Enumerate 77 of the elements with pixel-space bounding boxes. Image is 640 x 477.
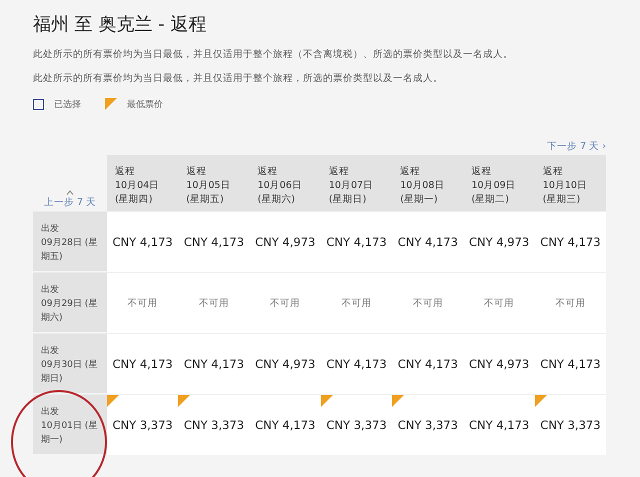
- legend-label: 已选择: [54, 98, 81, 110]
- unavailable-label: 不可用: [342, 296, 372, 310]
- fare-price: CNY 4,173: [398, 357, 458, 371]
- return-date-header: 返程 10月08日 (星期一): [392, 155, 464, 211]
- unavailable-label: 不可用: [198, 296, 229, 310]
- fare-cell[interactable]: 不可用: [534, 272, 606, 333]
- fare-cell[interactable]: CNY 4,973: [463, 211, 535, 272]
- unavailable-label: 不可用: [484, 296, 514, 310]
- departure-date-header: 出发 09月28日 (星期五): [33, 211, 107, 271]
- fare-price: CNY 4,973: [255, 235, 316, 249]
- triangle-icon: [105, 98, 117, 110]
- fare-price: CNY 4,173: [326, 235, 387, 249]
- fare-cell[interactable]: CNY 3,373: [107, 394, 178, 455]
- selected-square-icon: [33, 98, 44, 110]
- fare-cell[interactable]: CNY 4,173: [250, 394, 321, 455]
- fare-cell[interactable]: CNY 4,973: [250, 333, 321, 394]
- fare-cell[interactable]: CNY 4,173: [320, 211, 392, 272]
- return-date-header: 返程 10月04日 (星期四): [107, 155, 178, 211]
- fare-cell[interactable]: CNY 4,173: [463, 394, 535, 455]
- fare-cell[interactable]: 不可用: [107, 272, 178, 333]
- fare-cell[interactable]: CNY 4,173: [320, 333, 392, 394]
- previous-week-link[interactable]: 上一步 7 天: [33, 155, 107, 211]
- unavailable-label: 不可用: [555, 296, 586, 310]
- fare-price: CNY 4,973: [469, 235, 530, 249]
- fare-cell[interactable]: CNY 4,173: [178, 211, 250, 272]
- fare-price: CNY 4,173: [398, 235, 458, 249]
- fare-price: CNY 3,373: [184, 418, 244, 432]
- fare-cell[interactable]: CNY 4,173: [178, 333, 250, 394]
- departure-date-header: 出发 09月30日 (星期日): [33, 333, 107, 393]
- fare-cell[interactable]: CNY 4,173: [534, 211, 606, 272]
- fare-cell[interactable]: 不可用: [463, 272, 535, 333]
- fare-cell[interactable]: 不可用: [392, 272, 464, 333]
- fare-price: CNY 4,173: [255, 418, 316, 432]
- fare-price: CNY 4,173: [112, 357, 173, 371]
- fare-cell[interactable]: CNY 4,173: [534, 333, 606, 394]
- fare-price: CNY 3,373: [540, 418, 601, 432]
- return-date-header: 返程 10月06日 (星期六): [250, 155, 321, 211]
- fare-price: CNY 3,373: [398, 418, 458, 432]
- fare-cell[interactable]: CNY 3,373: [320, 394, 392, 455]
- page-title: 福州 至 奥克兰 - 返程: [33, 13, 208, 36]
- fare-note: 此处所示的所有票价均为当日最低，并且仅适用于整个旅程（不含离境税）、所选的票价类型以及一名成人。: [33, 48, 514, 62]
- fare-price: CNY 4,173: [469, 418, 530, 432]
- fare-cell[interactable]: CNY 4,973: [463, 333, 535, 394]
- fare-cell[interactable]: CNY 4,173: [392, 211, 464, 272]
- fare-cell[interactable]: CNY 3,373: [534, 394, 606, 455]
- legend-label: 最低票价: [127, 98, 163, 110]
- fare-cell[interactable]: CNY 3,373: [392, 394, 464, 455]
- fare-price: CNY 4,173: [112, 235, 173, 249]
- fare-cell[interactable]: 不可用: [320, 272, 392, 333]
- next-week-link[interactable]: 下一步 7 天 ›: [547, 140, 606, 153]
- fare-cell[interactable]: CNY 4,173: [107, 211, 178, 272]
- return-date-header: 返程 10月07日 (星期日): [320, 155, 392, 211]
- fare-cell[interactable]: 不可用: [178, 272, 250, 333]
- fare-price: CNY 4,173: [184, 235, 244, 249]
- unavailable-label: 不可用: [128, 296, 158, 310]
- fare-cell[interactable]: CNY 4,973: [250, 211, 321, 272]
- fare-price: CNY 4,973: [469, 357, 530, 371]
- departure-date-header: 出发 10月01日 (星期一): [33, 394, 107, 454]
- return-date-header: 返程 10月10日 (星期三): [534, 155, 606, 211]
- return-date-header: 返程 10月05日 (星期五): [178, 155, 250, 211]
- fare-price: CNY 3,373: [326, 418, 387, 432]
- fare-price: CNY 4,173: [326, 357, 387, 371]
- fare-price: CNY 4,173: [540, 235, 601, 249]
- fare-cell[interactable]: CNY 4,173: [107, 333, 178, 394]
- fare-cell[interactable]: CNY 3,373: [178, 394, 250, 455]
- fare-note: 此处所示的所有票价均为当日最低，并且仅适用于整个旅程，所选的票价类型以及一名成人。: [33, 72, 444, 86]
- departure-date-header: 出发 09月29日 (星期六): [33, 272, 107, 332]
- fare-cell[interactable]: 不可用: [250, 272, 321, 333]
- fare-price: CNY 4,173: [540, 357, 601, 371]
- caret-icon: [66, 190, 74, 195]
- fare-cell[interactable]: CNY 4,173: [392, 333, 464, 394]
- unavailable-label: 不可用: [412, 296, 443, 310]
- fare-price: CNY 4,173: [184, 357, 244, 371]
- fare-price: CNY 4,973: [255, 357, 316, 371]
- unavailable-label: 不可用: [270, 296, 300, 310]
- return-date-header: 返程 10月09日 (星期二): [463, 155, 535, 211]
- fare-price: CNY 3,373: [112, 418, 173, 432]
